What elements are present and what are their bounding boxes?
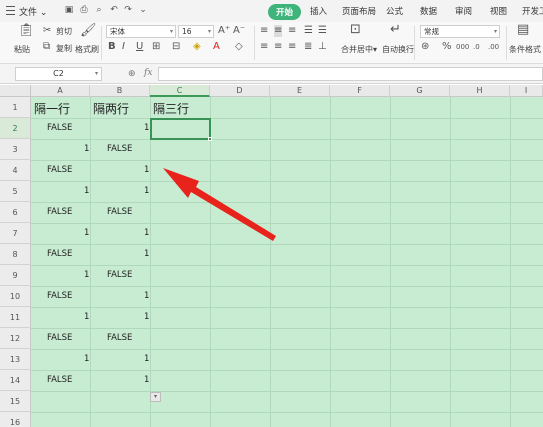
red-arrow-annotation	[163, 168, 276, 241]
red-arrow-shape	[163, 168, 276, 241]
